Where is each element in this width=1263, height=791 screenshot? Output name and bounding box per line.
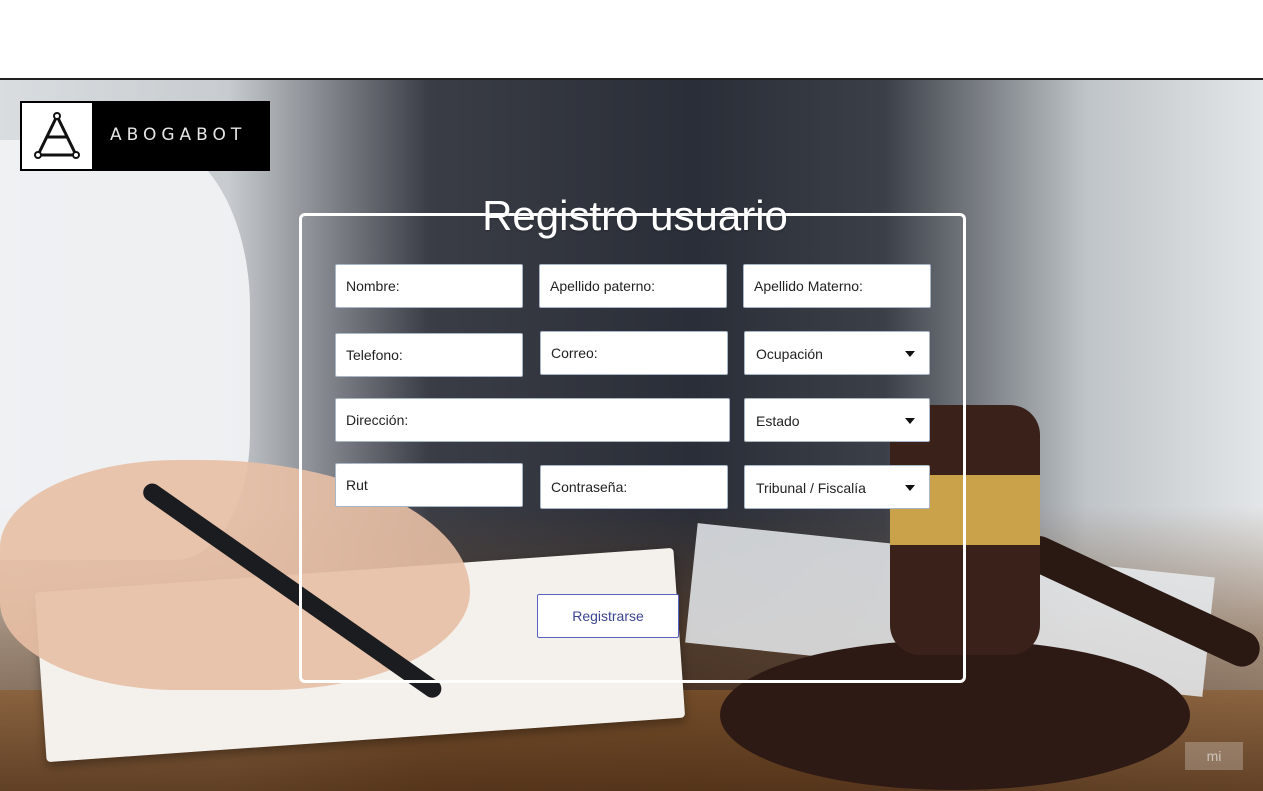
direccion-input[interactable] <box>336 399 729 441</box>
tribunal-select[interactable]: Tribunal / Fiscalía <box>744 465 930 509</box>
direccion-field[interactable] <box>335 398 730 442</box>
nombre-input[interactable] <box>336 265 522 307</box>
estado-select-label: Estado <box>756 413 800 429</box>
form-title: Registro usuario <box>482 192 788 239</box>
apellido-materno-field[interactable] <box>743 264 931 308</box>
apellido-paterno-input[interactable] <box>540 265 726 307</box>
caret-down-icon <box>905 418 915 424</box>
telefono-input[interactable] <box>336 334 522 376</box>
watermark: mi <box>1185 742 1243 770</box>
rut-input[interactable] <box>336 464 522 506</box>
brand-name: ABOGABOT <box>110 125 247 145</box>
telefono-field[interactable] <box>335 333 523 377</box>
top-bar <box>0 0 1263 79</box>
correo-input[interactable] <box>541 332 727 374</box>
caret-down-icon <box>905 485 915 491</box>
apellido-paterno-field[interactable] <box>539 264 727 308</box>
contrasena-field[interactable] <box>540 465 728 509</box>
nombre-field[interactable] <box>335 264 523 308</box>
rut-field[interactable] <box>335 463 523 507</box>
contrasena-input[interactable] <box>541 466 727 508</box>
ocupacion-select[interactable]: Ocupación <box>744 331 930 375</box>
brand-logo[interactable]: ABOGABOT <box>20 101 270 171</box>
estado-select[interactable]: Estado <box>744 398 930 442</box>
tribunal-select-label: Tribunal / Fiscalía <box>756 480 866 496</box>
ocupacion-select-label: Ocupación <box>756 346 823 362</box>
apellido-materno-input[interactable] <box>744 265 930 307</box>
abogabot-logo-icon <box>22 103 92 169</box>
caret-down-icon <box>905 351 915 357</box>
correo-field[interactable] <box>540 331 728 375</box>
registrarse-button[interactable]: Registrarse <box>537 594 679 638</box>
